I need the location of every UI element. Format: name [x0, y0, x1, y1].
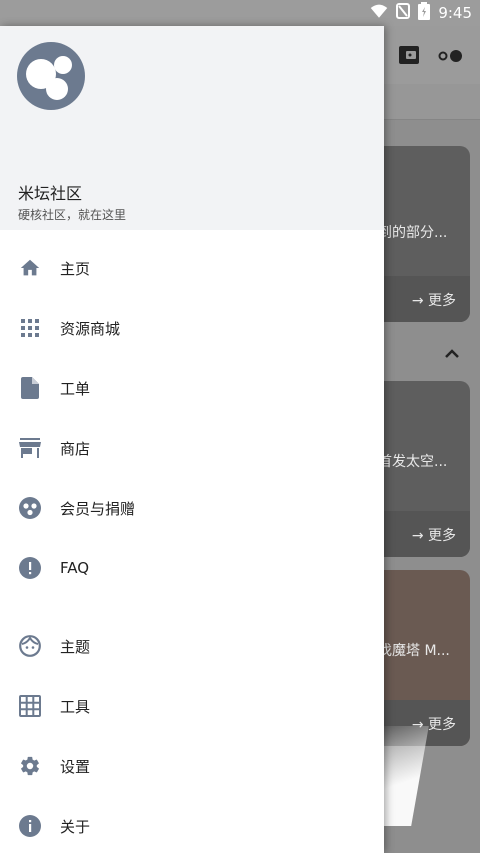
store-icon: [18, 436, 42, 460]
menu-item-tickets[interactable]: 工单: [0, 360, 384, 416]
menu-item-settings[interactable]: 设置: [0, 738, 384, 794]
menu-item-resource-mall[interactable]: 资源商城: [0, 300, 384, 356]
menu-item-label: 设置: [60, 757, 91, 776]
chevron-up-icon: [440, 342, 464, 366]
menu-item-store[interactable]: 商店: [0, 420, 384, 476]
apps-grid-icon: [18, 316, 42, 340]
menu-item-label: 工具: [60, 697, 91, 716]
menu-item-label: 会员与捐赠: [60, 499, 136, 518]
table-grid-icon: [18, 694, 42, 718]
background-card: 首发太空... → 更多: [370, 381, 470, 557]
alert-circle-icon: [18, 556, 42, 580]
app-logo: [17, 42, 85, 110]
toggle-dots-icon: [438, 48, 464, 67]
drawer-header: 米坛社区 硬核社区，就在这里: [0, 26, 384, 230]
wallet-icon: [398, 44, 420, 70]
app-name: 米坛社区: [18, 184, 83, 203]
background-card: 伐魔塔 M... → 更多: [370, 570, 470, 746]
status-time: 9:45: [438, 4, 472, 22]
menu-item-theme[interactable]: 主题: [0, 618, 384, 674]
menu-item-home[interactable]: 主页: [0, 240, 384, 296]
menu-item-label: 工单: [60, 379, 91, 398]
menu-item-label: 主页: [60, 259, 91, 278]
menu-item-label: 商店: [60, 439, 91, 458]
face-icon: [18, 634, 42, 658]
menu-item-label: 资源商城: [60, 319, 121, 338]
info-icon: [18, 814, 42, 838]
background-card: 到的部分... → 更多: [370, 146, 470, 322]
silent-icon: [396, 3, 411, 23]
home-icon: [18, 256, 42, 280]
menu-item-tools[interactable]: 工具: [0, 678, 384, 734]
menu-item-label: 关于: [60, 817, 91, 836]
menu-item-about[interactable]: 关于: [0, 798, 384, 853]
status-bar: 9:45: [0, 0, 480, 26]
menu-item-faq[interactable]: FAQ: [0, 540, 384, 596]
status-icons: 9:45: [370, 2, 472, 24]
gear-icon: [18, 754, 42, 778]
app-tagline: 硬核社区，就在这里: [18, 208, 127, 222]
menu-item-label: 主题: [60, 637, 91, 656]
membership-icon: [18, 496, 42, 520]
battery-icon: [418, 2, 431, 24]
wifi-icon: [370, 3, 388, 23]
file-icon: [18, 376, 42, 400]
menu-item-membership[interactable]: 会员与捐赠: [0, 480, 384, 536]
menu-item-label: FAQ: [60, 559, 90, 577]
navigation-drawer: 米坛社区 硬核社区，就在这里 主页 资源商城 工单 商店 会员与捐赠 FAQ 主…: [0, 26, 384, 853]
